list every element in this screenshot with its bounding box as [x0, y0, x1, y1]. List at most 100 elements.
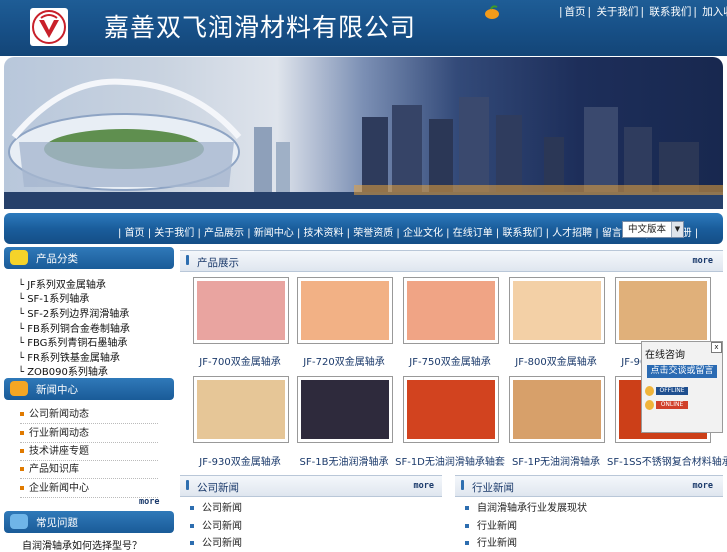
product-image[interactable] — [301, 380, 389, 439]
nav-contact[interactable]: 联系我们 — [502, 228, 542, 239]
qq-offline-icon — [645, 386, 654, 396]
sidebar-news-item[interactable]: 公司新闻动态 — [20, 405, 158, 424]
home-fruit-icon — [485, 5, 499, 19]
industry-news-item[interactable]: 行业新闻 — [465, 517, 517, 532]
nav-products[interactable]: 产品展示 — [204, 228, 244, 239]
industry-news-item[interactable]: 自润滑轴承行业发展现状 — [465, 499, 587, 514]
company-news-header: 公司新闻 more — [180, 475, 442, 497]
sidebar-product-item[interactable]: └ SF-2系列边界润滑轴承 — [18, 305, 129, 320]
sidebar-news-item[interactable]: 企业新闻中心 — [20, 479, 158, 498]
section-marker-icon — [186, 255, 189, 265]
nav-news[interactable]: 新闻中心 — [254, 228, 294, 239]
products-section-title: 产品展示 — [197, 257, 239, 269]
offline-status[interactable]: OFFLINE — [645, 386, 705, 397]
product-card[interactable] — [403, 277, 499, 344]
sidebar-product-item[interactable]: └ FR系列铁基金属轴承 — [18, 349, 120, 364]
nav-order[interactable]: 在线订单 — [453, 228, 493, 239]
product-caption[interactable]: SF-1SS不锈钢复合材料轴承 — [607, 453, 727, 468]
company-news-item[interactable]: 公司新闻 — [190, 517, 242, 532]
company-name: 嘉善双飞润滑材料有限公司 — [104, 13, 417, 42]
top-nav-about[interactable]: 关于我们 — [596, 6, 638, 18]
top-nav-favorite[interactable]: 加入收藏夹 — [702, 6, 727, 18]
company-logo[interactable] — [30, 8, 68, 46]
product-card[interactable] — [193, 277, 289, 344]
sidebar-faq-header: 常见问题 — [4, 511, 174, 533]
top-nav: |首页| 关于我们| 联系我们| 加入收藏夹| — [558, 4, 727, 19]
sidebar-product-item[interactable]: └ FB系列铜合金卷制轴承 — [18, 320, 130, 335]
online-chat-widget: 在线咨询 x 点击交谈或留言 OFFLINE ONLINE — [641, 341, 723, 433]
product-caption[interactable]: SF-1B无油润滑轴承 — [289, 453, 399, 468]
product-card[interactable] — [509, 277, 605, 344]
product-image[interactable] — [407, 281, 495, 340]
products-more-link[interactable]: more — [693, 256, 713, 266]
industry-news-item[interactable]: 行业新闻 — [465, 534, 517, 549]
main-nav: | 首页 | 关于我们 | 产品展示 | 新闻中心 | 技术资料 | 荣誉资质 … — [118, 228, 699, 239]
company-news-more-link[interactable]: more — [414, 481, 434, 491]
product-image[interactable] — [197, 281, 285, 340]
sidebar-product-item[interactable]: └ JF系列双金属轴承 — [18, 276, 106, 291]
language-select[interactable]: 中文版本 ▼ — [622, 221, 684, 238]
news-icon — [10, 381, 28, 396]
nav-jobs[interactable]: 人才招聘 — [552, 228, 592, 239]
faq-icon — [10, 514, 28, 529]
sidebar-news-header: 新闻中心 — [4, 378, 174, 400]
product-image[interactable] — [197, 380, 285, 439]
product-card[interactable] — [193, 376, 289, 443]
product-card[interactable] — [615, 277, 711, 344]
product-card[interactable] — [509, 376, 605, 443]
sidebar-products-title: 产品分类 — [36, 253, 78, 265]
top-nav-contact[interactable]: 联系我们 — [649, 6, 691, 18]
product-caption[interactable]: SF-1D无油润滑轴承轴套 — [395, 453, 505, 468]
banner-image — [4, 57, 723, 209]
company-news-item[interactable]: 公司新闻 — [190, 534, 242, 549]
language-selected: 中文版本 — [628, 224, 667, 235]
nav-home[interactable]: 首页 — [125, 228, 145, 239]
product-caption[interactable]: JF-750双金属轴承 — [395, 353, 505, 368]
nav-about[interactable]: 关于我们 — [154, 228, 194, 239]
product-card[interactable] — [297, 376, 393, 443]
product-caption[interactable]: JF-800双金属轴承 — [501, 353, 611, 368]
qq-online-icon — [645, 400, 654, 410]
sidebar-faq-title: 常见问题 — [36, 517, 78, 529]
product-caption[interactable]: JF-720双金属轴承 — [289, 353, 399, 368]
sidebar-product-item[interactable]: └ ZOB090系列轴承 — [18, 363, 108, 378]
chevron-down-icon[interactable]: ▼ — [671, 222, 683, 237]
product-image[interactable] — [407, 380, 495, 439]
industry-news-title: 行业新闻 — [472, 482, 514, 494]
sidebar-products-header: 产品分类 — [4, 247, 174, 269]
product-image[interactable] — [513, 380, 601, 439]
sidebar-news-item[interactable]: 技术讲座专题 — [20, 442, 158, 461]
product-caption[interactable]: SF-1P无油润滑轴承 — [501, 453, 611, 468]
nav-tech[interactable]: 技术资料 — [304, 228, 344, 239]
logo-emblem-icon — [32, 10, 66, 44]
city-skyline-illustration — [4, 78, 723, 209]
company-news-item[interactable]: 公司新闻 — [190, 499, 242, 514]
online-status[interactable]: ONLINE — [645, 400, 705, 411]
product-image[interactable] — [301, 281, 389, 340]
product-card[interactable] — [403, 376, 499, 443]
chat-title: 在线咨询 — [645, 350, 685, 361]
close-icon[interactable]: x — [711, 342, 722, 353]
industry-news-header: 行业新闻 more — [455, 475, 723, 497]
category-icon — [10, 250, 28, 265]
section-marker-icon — [461, 480, 464, 490]
section-marker-icon — [186, 480, 189, 490]
sidebar-product-item[interactable]: └ FBG系列青铜石墨轴承 — [18, 334, 127, 349]
products-section-header: 产品展示 more — [180, 250, 723, 272]
sidebar-news-item[interactable]: 行业新闻动态 — [20, 424, 158, 443]
company-news-title: 公司新闻 — [197, 482, 239, 494]
product-caption[interactable]: JF-930双金属轴承 — [185, 453, 295, 468]
industry-news-more-link[interactable]: more — [693, 481, 713, 491]
product-caption[interactable]: JF-700双金属轴承 — [185, 353, 295, 368]
top-nav-home[interactable]: 首页 — [565, 6, 586, 18]
sidebar-news-item[interactable]: 产品知识库 — [20, 460, 158, 479]
product-image[interactable] — [619, 281, 707, 340]
chat-message-button[interactable]: 点击交谈或留言 — [647, 365, 717, 378]
sidebar-product-item[interactable]: └ SF-1系列轴承 — [18, 290, 89, 305]
product-image[interactable] — [513, 281, 601, 340]
nav-honors[interactable]: 荣誉资质 — [353, 228, 393, 239]
product-card[interactable] — [297, 277, 393, 344]
nav-culture[interactable]: 企业文化 — [403, 228, 443, 239]
sidebar-news-more-link[interactable]: more — [139, 497, 159, 507]
sidebar-news-title: 新闻中心 — [36, 384, 78, 396]
